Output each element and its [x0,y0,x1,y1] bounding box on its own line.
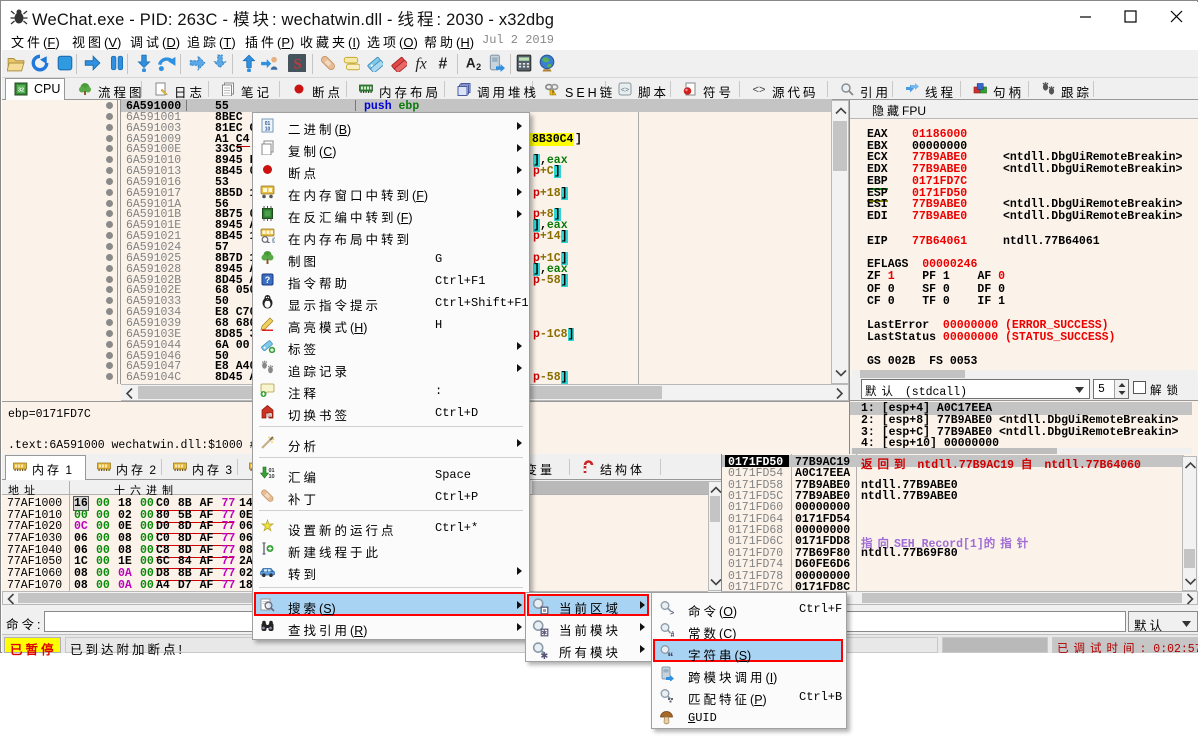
svg-text:@: @ [272,238,276,243]
svg-text:S: S [293,57,301,72]
svg-text:A: A [466,56,476,71]
svg-text:fx: fx [415,56,426,72]
svg-text:10: 10 [265,127,271,133]
svg-text:<>: <> [753,84,766,96]
svg-text:>_: >_ [670,610,674,615]
svg-text:✱: ✱ [540,651,548,659]
svg-text:10: 10 [268,474,274,480]
svg-text:n: n [269,413,271,418]
svg-text:<>: <> [621,87,629,94]
svg-text:32: 32 [18,88,24,94]
svg-text:#: # [438,56,447,72]
svg-text:“: “ [668,650,674,659]
svg-text:2: 2 [476,62,481,72]
svg-text:?: ? [265,275,271,285]
svg-text:✱: ✱ [541,628,547,637]
svg-text:#: # [671,630,675,637]
